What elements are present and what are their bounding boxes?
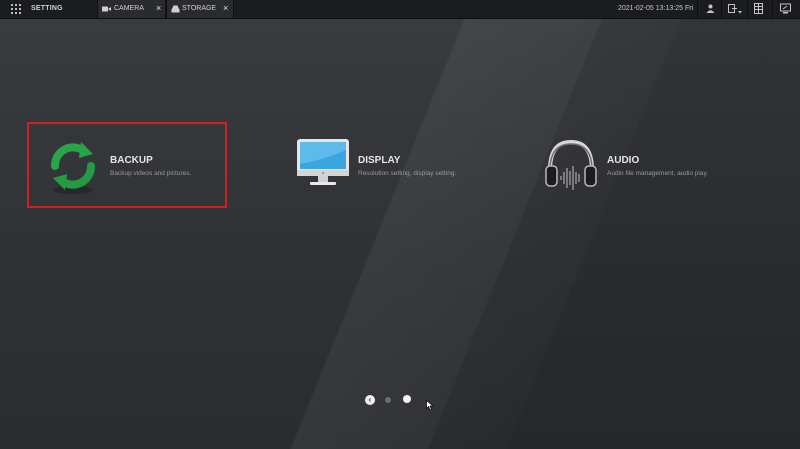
tab-storage-label: STORAGE bbox=[182, 5, 217, 12]
backup-item[interactable]: BACKUP Backup videos and pictures. bbox=[27, 122, 227, 208]
tab-camera-close-icon[interactable]: × bbox=[156, 3, 161, 13]
top-bar: SETTING CAMERA × STORAGE × 2021-02-05 13… bbox=[0, 0, 800, 19]
separator bbox=[747, 0, 748, 18]
main-menu-icon[interactable] bbox=[11, 4, 21, 14]
background-shade bbox=[0, 0, 800, 449]
tab-camera-label: CAMERA bbox=[114, 5, 144, 12]
headphones-icon bbox=[545, 139, 597, 190]
monitor-icon bbox=[297, 139, 349, 185]
layout-icon[interactable] bbox=[754, 3, 763, 14]
storage-icon bbox=[171, 5, 180, 13]
tab-camera[interactable]: CAMERA × bbox=[97, 0, 166, 18]
mouse-cursor-icon bbox=[426, 400, 434, 411]
backup-label: BACKUP bbox=[110, 155, 153, 166]
audio-item[interactable]: AUDIO Audio file management, audio play. bbox=[540, 122, 740, 208]
separator bbox=[721, 0, 722, 18]
datetime-display: 2021-02-05 13:13:25 Fri bbox=[618, 5, 694, 12]
separator bbox=[772, 0, 773, 18]
tab-storage-close-icon[interactable]: × bbox=[223, 3, 228, 13]
separator bbox=[697, 0, 698, 18]
audio-label: AUDIO bbox=[607, 155, 640, 166]
audio-desc: Audio file management, audio play. bbox=[607, 170, 709, 177]
display-item[interactable]: DISPLAY Resolution setting, display sett… bbox=[290, 122, 490, 208]
page-title: SETTING bbox=[31, 5, 63, 12]
user-icon[interactable] bbox=[706, 4, 715, 13]
page-dot-1[interactable] bbox=[385, 397, 391, 403]
camera-icon bbox=[102, 6, 111, 12]
tab-storage[interactable]: STORAGE × bbox=[166, 0, 234, 18]
screen-icon[interactable] bbox=[780, 3, 791, 14]
logout-icon[interactable] bbox=[728, 4, 742, 14]
display-label: DISPLAY bbox=[358, 155, 401, 166]
backup-desc: Backup videos and pictures. bbox=[110, 170, 192, 177]
previous-page-button[interactable]: ‹ bbox=[365, 395, 375, 405]
backup-sync-icon bbox=[51, 142, 95, 194]
page-dot-2-active[interactable] bbox=[403, 395, 411, 403]
display-desc: Resolution setting, display setting. bbox=[358, 170, 457, 177]
